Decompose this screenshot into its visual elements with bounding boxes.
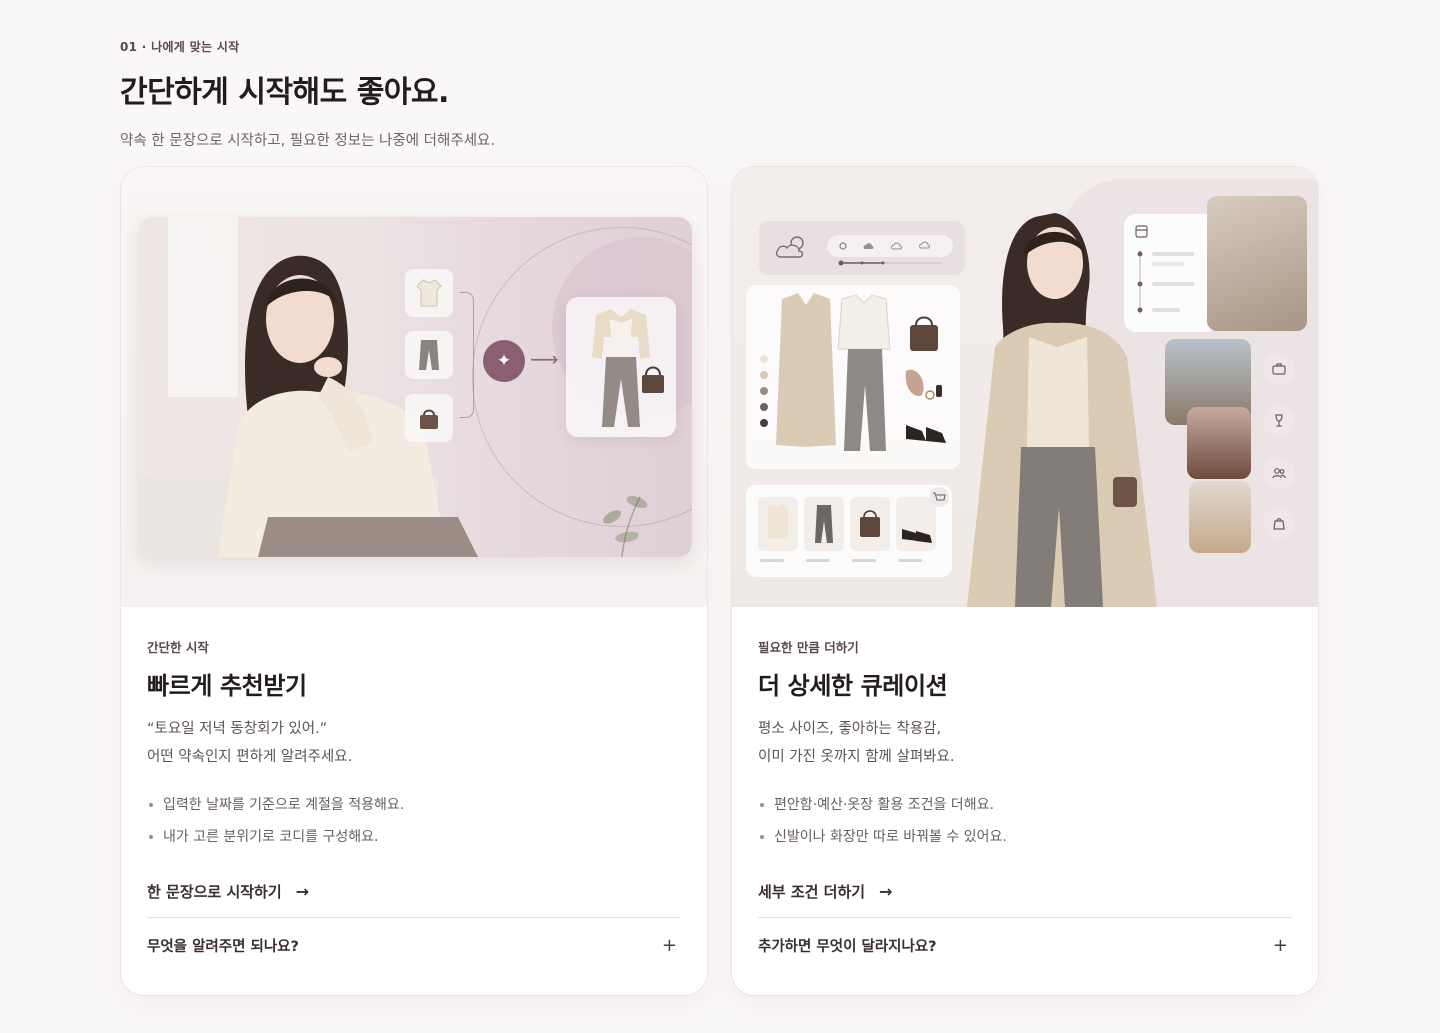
arrow-right-icon: → [879, 881, 893, 901]
shopping-list-panel [746, 485, 952, 577]
card-description: 평소 사이즈, 좋아하는 착용감, 이미 가진 옷까지 함께 살펴봐요. [758, 721, 955, 765]
card-title: 더 상세한 큐레이션 [758, 672, 948, 700]
calendar-icon [1135, 225, 1148, 238]
plant-decoration [602, 495, 648, 557]
detailed-curation-card: 필요한 만큼 더하기 더 상세한 큐레이션 평소 사이즈, 좋아하는 착용감, … [731, 166, 1319, 996]
list-item: 내가 고른 분위기로 코디를 구성해요. [147, 821, 681, 853]
card-description: “토요일 저녁 동창회가 있어.” 어떤 약속인지 편하게 알려주세요. [147, 721, 353, 765]
sparkle-icon: ✦ [483, 340, 525, 382]
faq-what-changes-toggle[interactable]: 추가하면 무엇이 달라지나요? + [758, 917, 1292, 973]
list-item: 신발이나 화장만 따로 바꿔볼 수 있어요. [758, 821, 1292, 853]
feature-list: 편안함·예산·옷장 활용 조건을 더해요. 신발이나 화장만 따로 바꿔볼 수 … [758, 789, 1292, 853]
handbag-icon [405, 394, 453, 442]
faq-label: 무엇을 알려주면 되나요? [147, 939, 299, 955]
faq-what-to-tell-toggle[interactable]: 무엇을 알려주면 되나요? + [147, 917, 681, 973]
weather-icon [775, 236, 804, 258]
card-body: 간단한 시작 빠르게 추천받기 “토요일 저녁 동창회가 있어.” 어떤 약속인… [147, 637, 681, 903]
arrow-right-icon: ⟶ [530, 347, 559, 371]
card-body: 필요한 만큼 더하기 더 상세한 큐레이션 평소 사이즈, 좋아하는 착용감, … [758, 637, 1292, 903]
illustration-frame: ✦ ⟶ [138, 217, 692, 557]
quick-recommendation-card: ✦ ⟶ 간단한 시작 빠르게 추천받기 “토요일 저녁 동창회가 있어.” 어떤… [120, 166, 708, 996]
card-eyebrow: 필요한 만큼 더하기 [758, 640, 859, 655]
cafe-photo [1207, 196, 1307, 331]
pants-icon [405, 331, 453, 379]
section-eyebrow: 01 · 나에게 맞는 시작 [120, 40, 240, 54]
plus-icon: + [1272, 935, 1288, 956]
faq-label: 추가하면 무엇이 달라지나요? [758, 939, 937, 955]
briefcase-icon [1263, 353, 1295, 385]
cta-label: 한 문장으로 시작하기 [147, 882, 282, 901]
detailed-curation-illustration [732, 167, 1318, 607]
plus-icon: + [661, 935, 677, 956]
start-with-sentence-button[interactable]: 한 문장으로 시작하기 → [147, 879, 681, 903]
shopping-bag-icon [1263, 507, 1295, 539]
perfume-photo [1189, 481, 1251, 553]
quick-recommendation-illustration: ✦ ⟶ [121, 167, 707, 607]
section-subtitle: 약속 한 문장으로 시작하고, 필요한 정보는 나중에 더해주세요. [120, 133, 495, 149]
shirt-icon [405, 269, 453, 317]
section-header: 01 · 나에게 맞는 시작 간단하게 시작해도 좋아요. 약속 한 문장으로 … [120, 38, 1020, 150]
weather-widget [759, 221, 965, 275]
arrow-right-icon: → [295, 881, 310, 901]
card-title: 빠르게 추천받기 [147, 672, 307, 700]
people-icon [1263, 457, 1295, 489]
outfit-board [746, 285, 960, 469]
dinner-photo [1187, 407, 1251, 479]
feature-list: 입력한 날짜를 기준으로 계절을 적용해요. 내가 고른 분위기로 코디를 구성… [147, 789, 681, 853]
recommended-outfit-card [566, 297, 676, 437]
add-detail-conditions-button[interactable]: 세부 조건 더하기 → [758, 879, 1292, 903]
calendar-card [1124, 214, 1218, 332]
list-item: 편안함·예산·옷장 활용 조건을 더해요. [758, 789, 1292, 821]
card-eyebrow: 간단한 시작 [147, 640, 209, 655]
cta-label: 세부 조건 더하기 [758, 882, 866, 901]
wine-glass-icon [1263, 405, 1295, 437]
list-item: 입력한 날짜를 기준으로 계절을 적용해요. [147, 789, 681, 821]
section-title: 간단하게 시작해도 좋아요. [120, 75, 449, 110]
